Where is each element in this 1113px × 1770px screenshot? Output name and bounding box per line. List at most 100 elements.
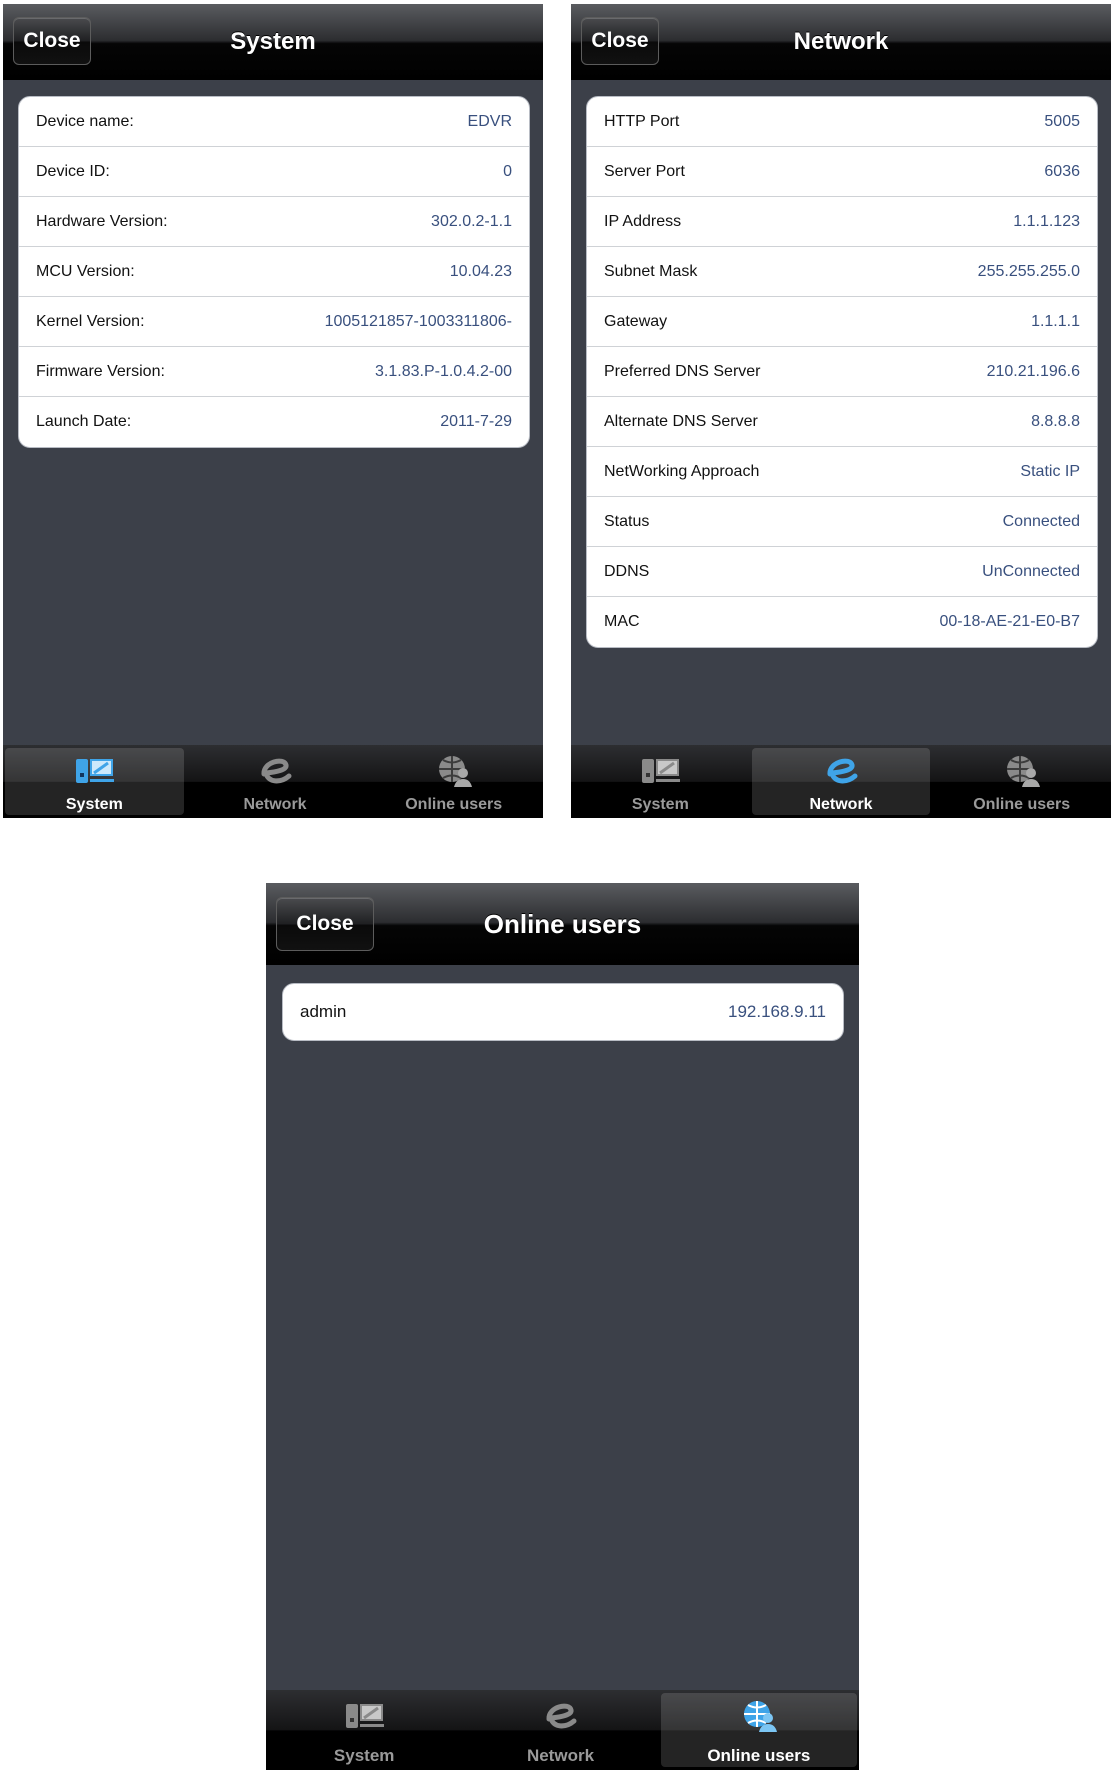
tab-online-users[interactable]: Online users [364, 745, 543, 818]
row-value: 1005121857-1003311806- [324, 312, 512, 330]
tab-system[interactable]: System [571, 745, 750, 818]
row-value: 1.1.1.123 [1013, 212, 1080, 230]
tab-bar: System Network Online users [266, 1690, 859, 1770]
computer-monitor-icon [346, 1704, 385, 1728]
online-users-screen: Close Online users admin 192.168.9.11 Sys… [266, 883, 859, 1770]
row-label: Device ID: [36, 162, 110, 180]
row-value: 255.255.255.0 [977, 262, 1080, 280]
list-row: Launch Date: 2011-7-29 [19, 397, 529, 447]
row-label: MAC [604, 613, 640, 630]
row-value: 302.0.2-1.1 [431, 212, 512, 230]
list-row: NetWorking Approach Static IP [587, 447, 1097, 497]
tab-label: Online users [707, 1746, 811, 1765]
row-value: 5005 [1044, 112, 1080, 130]
list-row: Device name: EDVR [19, 97, 529, 147]
row-label: Gateway [604, 312, 668, 330]
row-value: 6036 [1044, 162, 1080, 180]
navigation-bar: Close Network [571, 4, 1111, 80]
row-label: IP Address [604, 212, 682, 230]
tab-network[interactable]: Network [186, 745, 365, 818]
row-label: Hardware Version: [36, 212, 168, 230]
list-row: DDNS UnConnected [587, 547, 1097, 597]
online-users-list: admin 192.168.9.11 [282, 983, 844, 1041]
network-screen: Close Network HTTP Port 5005 Server Port 6… [571, 4, 1111, 818]
row-label: Alternate DNS Server [604, 412, 758, 430]
row-label: admin [300, 1002, 347, 1021]
list-row[interactable]: admin 192.168.9.11 [283, 984, 843, 1040]
globe-user-icon [1006, 756, 1040, 787]
list-row: Subnet Mask 255.255.255.0 [587, 247, 1097, 297]
row-value: Connected [1002, 512, 1080, 530]
tab-online-users[interactable]: Online users [660, 1693, 857, 1767]
row-label: NetWorking Approach [604, 462, 760, 480]
row-label: Launch Date: [36, 413, 132, 430]
close-button[interactable]: Close [581, 17, 659, 65]
navigation-bar: Close Online users [266, 883, 859, 965]
system-info-list: Device name: EDVR Device ID: 0 Hardware Ve… [18, 96, 530, 448]
list-row: Hardware Version: 302.0.2-1.1 [19, 197, 529, 247]
row-label: Subnet Mask [604, 262, 698, 280]
tab-network[interactable]: Network [462, 1690, 658, 1770]
row-label: DDNS [604, 562, 650, 580]
row-label: Firmware Version: [36, 362, 165, 380]
list-row: Status Connected [587, 497, 1097, 547]
page-title: Online users [483, 909, 642, 939]
row-value: 192.168.9.11 [728, 1002, 826, 1021]
list-row: MAC 00-18-AE-21-E0-B7 [587, 597, 1097, 647]
network-info-list: HTTP Port 5005 Server Port 6036 IP Address… [586, 96, 1098, 648]
tab-label: Network [243, 796, 307, 813]
tab-bar: System Network Online users [571, 745, 1111, 818]
row-value: 0 [503, 162, 512, 180]
e-network-icon [546, 1703, 577, 1729]
list-row: Firmware Version: 3.1.83.P-1.0.4.2-00 [19, 347, 529, 397]
row-label: Device name: [36, 112, 134, 130]
computer-monitor-icon [642, 759, 681, 783]
row-label: Preferred DNS Server [604, 362, 761, 380]
row-value: EDVR [467, 112, 512, 130]
row-value: 2011-7-29 [440, 413, 512, 430]
navigation-bar: Close System [3, 4, 543, 80]
page-title: Network [793, 28, 889, 55]
e-network-icon [261, 758, 292, 784]
row-value: 1.1.1.1 [1031, 312, 1080, 330]
tab-network[interactable]: Network [751, 748, 931, 815]
tab-label: Network [526, 1746, 595, 1765]
list-row: IP Address 1.1.1.123 [587, 197, 1097, 247]
row-label: MCU Version: [36, 262, 135, 280]
row-value: 8.8.8.8 [1031, 412, 1080, 430]
list-row: Gateway 1.1.1.1 [587, 297, 1097, 347]
globe-user-icon [743, 1701, 777, 1732]
page-title: System [230, 28, 316, 55]
tab-online-users[interactable]: Online users [932, 745, 1111, 818]
computer-monitor-icon [76, 759, 115, 783]
row-value: 00-18-AE-21-E0-B7 [939, 613, 1080, 630]
list-row: Server Port 6036 [587, 147, 1097, 197]
row-value: 10.04.23 [449, 262, 512, 280]
tab-label: Network [809, 796, 873, 813]
close-button[interactable]: Close [13, 17, 91, 65]
list-row: Kernel Version: 1005121857-1003311806- [19, 297, 529, 347]
tab-label: System [65, 796, 123, 813]
list-row: Alternate DNS Server 8.8.8.8 [587, 397, 1097, 447]
tab-bar: System Network Online users [3, 745, 543, 818]
tab-label: Online users [973, 796, 1071, 813]
row-label: HTTP Port [604, 112, 680, 130]
row-value: Static IP [1020, 462, 1080, 480]
tab-label: Online users [405, 796, 503, 813]
tab-label: System [333, 1746, 395, 1765]
row-value: UnConnected [982, 562, 1080, 580]
row-label: Kernel Version: [36, 312, 145, 330]
tab-system[interactable]: System [5, 748, 184, 815]
row-value: 3.1.83.P-1.0.4.2-00 [375, 362, 512, 380]
row-label: Server Port [604, 162, 685, 180]
row-value: 210.21.196.6 [986, 362, 1080, 380]
e-network-icon [827, 758, 858, 784]
tab-system[interactable]: System [266, 1690, 462, 1770]
list-row: Device ID: 0 [19, 147, 529, 197]
list-row: Preferred DNS Server 210.21.196.6 [587, 347, 1097, 397]
row-label: Status [604, 512, 650, 530]
globe-user-icon [438, 756, 472, 787]
list-row: MCU Version: 10.04.23 [19, 247, 529, 297]
list-row: HTTP Port 5005 [587, 97, 1097, 147]
tab-label: System [631, 796, 689, 813]
